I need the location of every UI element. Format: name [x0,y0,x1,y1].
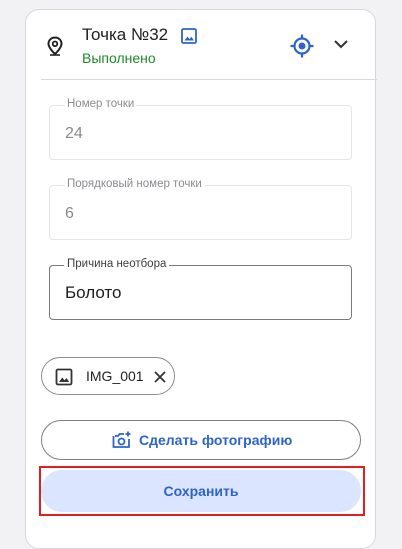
point-number-label: Номер точки [64,98,138,110]
save-button[interactable]: Сохранить [41,470,361,512]
rejection-reason-label: Причина неотбора [64,258,170,270]
status-text: Выполнено [82,50,156,66]
take-photo-label: Сделать фотографию [139,432,293,448]
point-title: Точка №32 [82,25,169,44]
target-location-icon[interactable] [290,34,314,58]
location-pin-icon [47,36,63,56]
point-number-value: 24 [65,125,83,142]
image-icon[interactable] [181,28,197,44]
sequence-number-value: 6 [65,205,74,222]
rejection-reason-field[interactable]: Причина неотбора Болото [49,258,352,320]
header-divider [41,79,377,80]
point-number-field[interactable]: Номер точки 24 [49,98,352,160]
sequence-number-label: Порядковый номер точки [64,178,205,190]
save-label: Сохранить [163,483,239,499]
attachment-filename: IMG_001 [86,368,144,384]
close-icon[interactable] [153,370,167,384]
point-card: Точка №32 Выполнено Номер точки 24 Поряд… [25,9,377,549]
image-icon [55,368,73,386]
attachment-chip[interactable]: IMG_001 [41,357,175,395]
point-header[interactable]: Точка №32 Выполнено [26,10,375,80]
chevron-down-icon[interactable] [333,38,349,50]
add-photo-icon [112,431,131,448]
sequence-number-field[interactable]: Порядковый номер точки 6 [49,178,352,240]
rejection-reason-value: Болото [65,283,122,302]
take-photo-button[interactable]: Сделать фотографию [41,420,361,460]
